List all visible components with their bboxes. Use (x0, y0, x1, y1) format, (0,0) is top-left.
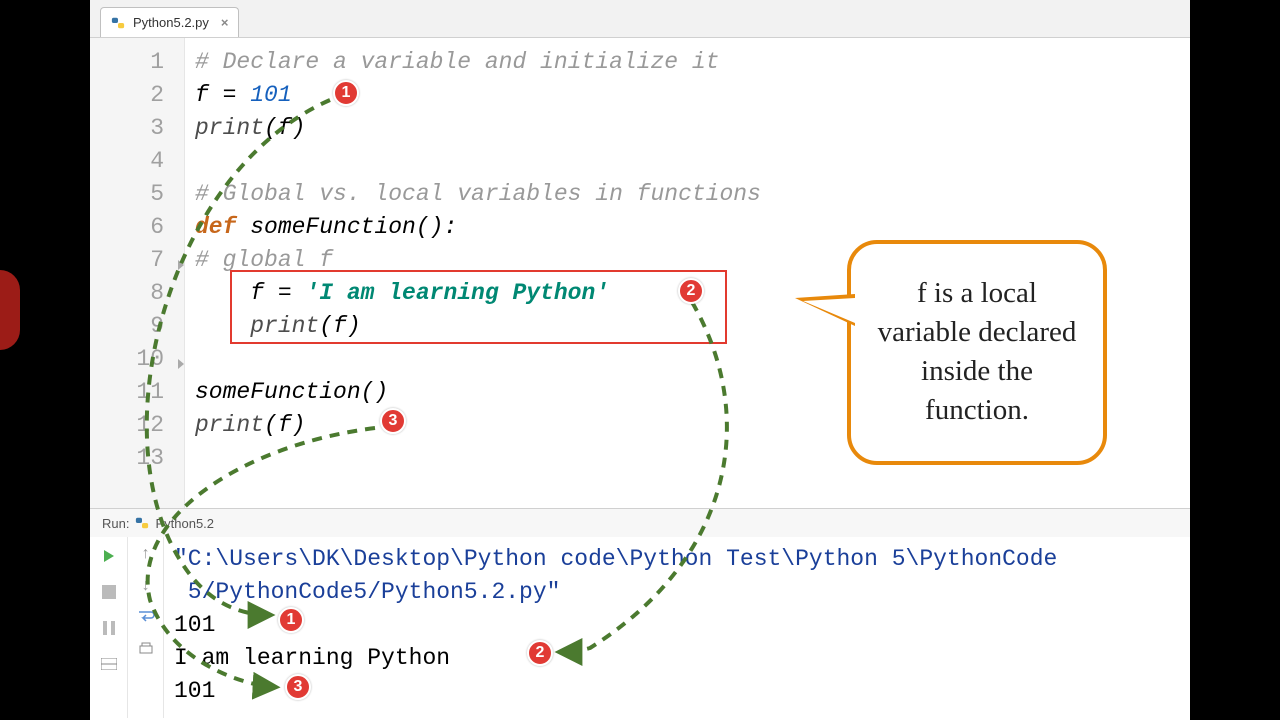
pause-button[interactable] (96, 615, 122, 641)
run-label: Run: (102, 516, 129, 531)
print-icon[interactable] (138, 642, 154, 661)
rerun-button[interactable] (96, 543, 122, 569)
line-number: 7 (90, 244, 164, 277)
output-text: 101 (174, 609, 1180, 642)
line-number-gutter: 1 2 3 4 5 6 7 8 9 10 11 12 13 (90, 38, 185, 508)
line-number: 4 (90, 145, 164, 178)
line-number: 1 (90, 46, 164, 79)
run-body: ↑ ↓ "C:\Users\DK\Desktop\Python code\Pyt… (90, 537, 1190, 718)
fold-indicator-icon[interactable] (178, 359, 184, 369)
line-number: 11 (90, 376, 164, 409)
output-text: I am learning Python (174, 642, 1180, 675)
code-text: f = (195, 280, 305, 306)
python-file-icon (135, 516, 149, 530)
code-text: (f) (264, 412, 305, 438)
file-tab-label: Python5.2.py (133, 15, 209, 30)
code-text: someFunction(): (236, 214, 457, 240)
code-text: print (250, 313, 319, 339)
code-text: # global f (195, 247, 333, 273)
run-panel: Run: Python5.2 ↑ ↓ (90, 508, 1190, 718)
run-panel-header: Run: Python5.2 (90, 509, 1190, 537)
code-text: someFunction() (195, 379, 388, 405)
line-number: 8 (90, 277, 164, 310)
line-number: 3 (90, 112, 164, 145)
line-number: 10 (90, 343, 164, 376)
run-toolbar (90, 537, 128, 718)
code-text: f = (195, 82, 250, 108)
file-tab[interactable]: Python5.2.py × (100, 7, 239, 37)
run-nav-toolbar: ↑ ↓ (128, 537, 164, 718)
annotation-badge-3: 3 (285, 674, 311, 700)
output-text: "C:\Users\DK\Desktop\Python code\Python … (174, 543, 1180, 576)
line-number: 5 (90, 178, 164, 211)
annotation-badge-1: 1 (333, 80, 359, 106)
run-config-name[interactable]: Python5.2 (155, 516, 214, 531)
console-output[interactable]: "C:\Users\DK\Desktop\Python code\Python … (164, 537, 1190, 718)
code-text: def (195, 214, 236, 240)
line-number: 2 (90, 79, 164, 112)
scroll-up-icon[interactable]: ↑ (141, 545, 151, 563)
code-text: (f) (319, 313, 360, 339)
soft-wrap-icon[interactable] (137, 609, 155, 628)
annotation-badge-1: 1 (278, 607, 304, 633)
python-file-icon (111, 16, 125, 30)
code-text: print (195, 115, 264, 141)
code-text (195, 313, 250, 339)
annotation-badge-2: 2 (678, 278, 704, 304)
output-text: 5/PythonCode5/Python5.2.py" (174, 576, 1180, 609)
callout-text: f is a local variable declared inside th… (878, 277, 1077, 426)
stop-button[interactable] (96, 579, 122, 605)
code-text: 101 (250, 82, 291, 108)
code-text: # Global vs. local variables in function… (195, 181, 761, 207)
line-number: 9 (90, 310, 164, 343)
scroll-down-icon[interactable]: ↓ (141, 577, 151, 595)
code-text: # Declare a variable and initialize it (195, 49, 720, 75)
close-tab-icon[interactable]: × (217, 15, 233, 30)
external-marker (0, 270, 20, 350)
line-number: 6 (90, 211, 164, 244)
annotation-callout: f is a local variable declared inside th… (847, 240, 1107, 465)
layout-button[interactable] (96, 651, 122, 677)
code-text: (f) (264, 115, 305, 141)
editor-tab-bar: Python5.2.py × (90, 0, 1190, 38)
output-text: 101 (174, 675, 1180, 708)
fold-indicator-icon[interactable] (178, 260, 184, 270)
ide-window: Python5.2.py × 1 2 3 4 5 6 7 8 9 10 11 1… (90, 0, 1190, 720)
line-number: 12 (90, 409, 164, 442)
code-text: print (195, 412, 264, 438)
annotation-badge-3: 3 (380, 408, 406, 434)
line-number: 13 (90, 442, 164, 475)
annotation-badge-2: 2 (527, 640, 553, 666)
code-text: 'I am learning Python' (305, 280, 609, 306)
